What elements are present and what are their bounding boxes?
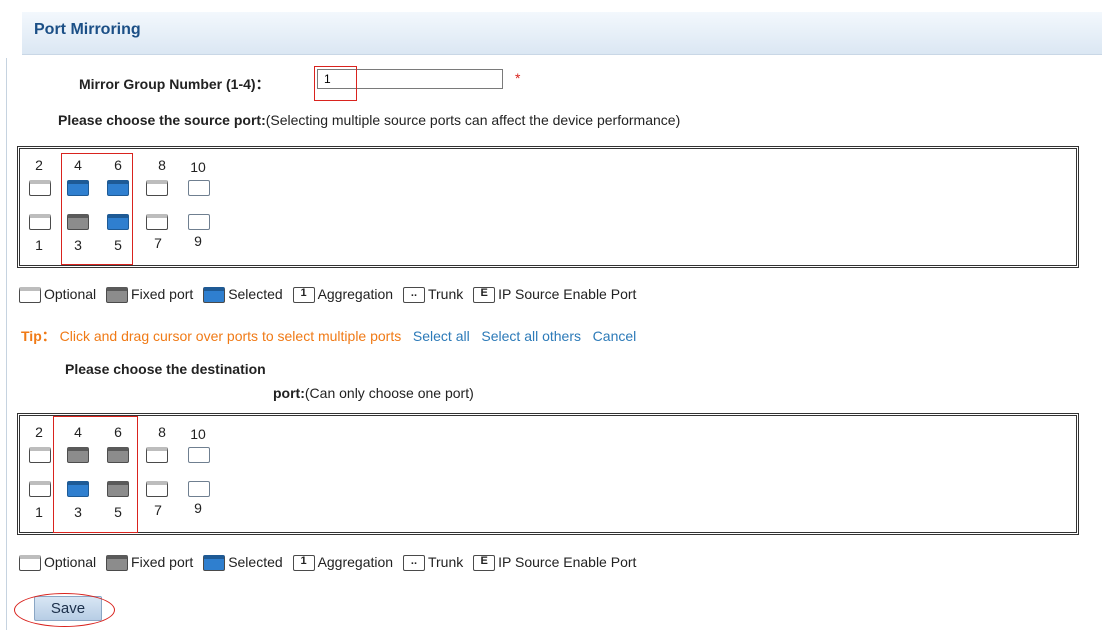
source-port-number: 10 (190, 159, 206, 175)
destination-port-10[interactable] (188, 447, 210, 463)
cancel-link[interactable]: Cancel (593, 328, 637, 344)
selected-port-icon (203, 286, 226, 303)
destination-port-number: 10 (190, 426, 206, 442)
source-port-number: 7 (154, 235, 162, 251)
source-port-prompt-label: Please choose the source port: (58, 112, 266, 128)
destination-port-number: 2 (35, 424, 43, 440)
source-port-2[interactable] (29, 180, 51, 196)
fixed-port-icon (106, 554, 129, 571)
destination-prompt-label: port: (273, 385, 305, 401)
fixed-port-icon (106, 286, 129, 303)
destination-port-7[interactable] (146, 481, 168, 497)
source-legend: Optional Fixed port Selected 1 Aggregatio… (19, 285, 642, 303)
optional-port-icon (19, 554, 41, 571)
legend-selected: Selected (228, 285, 283, 302)
page-header: Port Mirroring (22, 12, 1102, 55)
source-port-number: 9 (194, 233, 202, 249)
tip-text: Click and drag cursor over ports to sele… (59, 328, 402, 344)
source-port-prompt: Please choose the source port:(Selecting… (58, 112, 680, 128)
legend-aggregation: Aggregation (317, 285, 394, 302)
required-mark: * (515, 70, 521, 86)
legend-trunk: Trunk (427, 553, 464, 570)
legend-selected: Selected (228, 553, 283, 570)
aggregation-icon: 1 (292, 286, 315, 303)
trunk-icon: .. (402, 554, 425, 571)
legend-trunk: Trunk (427, 285, 464, 302)
destination-prompt-line2: port:(Can only choose one port) (273, 385, 474, 401)
legend-optional: Optional (44, 285, 97, 302)
tip-label: Tip： (21, 328, 56, 344)
legend-optional: Optional (44, 553, 97, 570)
page-title: Port Mirroring (34, 21, 141, 38)
source-port-1[interactable] (29, 214, 51, 230)
destination-port-number: 9 (194, 500, 202, 516)
source-port-panel: 2 4 6 8 10 1 3 5 7 9 (17, 146, 1079, 268)
legend-aggregation: Aggregation (317, 553, 394, 570)
source-port-8[interactable] (146, 180, 168, 196)
destination-port-2[interactable] (29, 447, 51, 463)
select-all-others-link[interactable]: Select all others (481, 328, 581, 344)
selected-port-icon (203, 554, 226, 571)
content-area: Mirror Group Number (1-4)： * Please choo… (6, 58, 1107, 630)
legend-ip-source: IP Source Enable Port (498, 285, 637, 302)
input-highlight-frame (314, 66, 357, 101)
source-port-prompt-note: (Selecting multiple source ports can aff… (265, 112, 681, 128)
source-port-number: 8 (158, 157, 166, 173)
optional-port-icon (19, 286, 41, 303)
source-port-9[interactable] (188, 214, 210, 230)
source-port-number: 2 (35, 157, 43, 173)
trunk-icon: .. (402, 286, 425, 303)
destination-port-panel: 2 4 6 8 10 1 3 5 7 9 (17, 413, 1079, 535)
destination-port-1[interactable] (29, 481, 51, 497)
ip-source-icon: E (473, 554, 496, 571)
destination-port-9[interactable] (188, 481, 210, 497)
source-port-7[interactable] (146, 214, 168, 230)
destination-prompt-line1: Please choose the destination (65, 361, 266, 377)
ip-source-icon: E (473, 286, 496, 303)
source-port-number: 1 (35, 237, 43, 253)
destination-port-number: 8 (158, 424, 166, 440)
legend-fixed: Fixed port (131, 553, 194, 570)
source-selection-frame (61, 153, 133, 265)
destination-port-number: 7 (154, 502, 162, 518)
destination-prompt-note: (Can only choose one port) (304, 385, 474, 401)
destination-selection-frame (53, 416, 138, 533)
aggregation-icon: 1 (292, 554, 315, 571)
source-port-10[interactable] (188, 180, 210, 196)
tip-line: Tip： Click and drag cursor over ports to… (21, 326, 636, 346)
destination-port-number: 1 (35, 504, 43, 520)
destination-port-8[interactable] (146, 447, 168, 463)
destination-legend: Optional Fixed port Selected 1 Aggregatio… (19, 553, 642, 571)
legend-ip-source: IP Source Enable Port (498, 553, 637, 570)
mirror-group-label: Mirror Group Number (1-4)： (79, 76, 270, 92)
legend-fixed: Fixed port (131, 285, 194, 302)
select-all-link[interactable]: Select all (413, 328, 470, 344)
save-button[interactable]: Save (34, 596, 102, 621)
